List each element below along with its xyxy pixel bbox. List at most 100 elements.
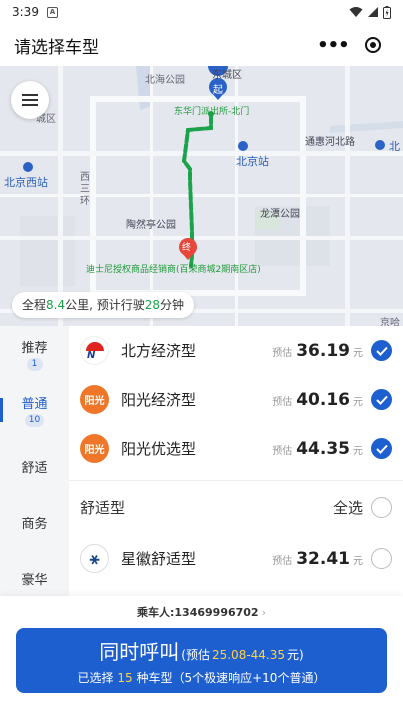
category-sidebar: 推荐 1 普通 10 舒适 商务 豪华 xyxy=(0,326,69,596)
comfort-section-header: 舒适型 全选 xyxy=(69,481,403,534)
selected-suffix: 种车型（5个极速响应+10个普通） xyxy=(136,670,326,685)
battery-icon xyxy=(383,5,391,19)
section-title: 舒适型 xyxy=(80,499,126,517)
car-name: 阳光优选型 xyxy=(121,440,197,458)
map-label-dongcheng: 东城区 xyxy=(212,70,242,81)
sidebar-item-label: 商务 xyxy=(21,516,48,532)
menu-icon-bar xyxy=(22,94,38,96)
car-row-xinghui-comfort[interactable]: ⚹ 星徽舒适型 预估 32.41 元 xyxy=(69,534,403,583)
select-all-radio[interactable] xyxy=(371,497,392,518)
price-value: 32.41 xyxy=(296,548,350,569)
sidebar-item-normal[interactable]: 普通 10 xyxy=(0,382,69,438)
sidebar-item-count: 1 xyxy=(26,358,43,371)
page-title: 请选择车型 xyxy=(14,37,99,58)
map-label-tonghui: 通惠河北路 xyxy=(305,137,355,148)
call-estimate-prefix: (预估 xyxy=(181,647,210,662)
call-estimate-range: 25.08-44.35 xyxy=(211,647,286,662)
start-place-label: 东华门派出所-北门 xyxy=(174,107,250,117)
price-value: 44.35 xyxy=(296,438,350,459)
map-label-bottom-right: 京哈 xyxy=(380,318,400,326)
call-button-label: 同时呼叫 xyxy=(99,639,180,664)
signal-icon xyxy=(368,7,378,17)
menu-icon-bar xyxy=(22,104,38,106)
passenger-selector[interactable]: 乘车人:13469996702 › xyxy=(0,596,403,628)
map-label-right-edge: 北 xyxy=(389,140,400,153)
price-unit: 元 xyxy=(353,347,363,359)
status-bar: 3:39 A xyxy=(0,0,403,24)
car-row-beifang-economy[interactable]: N 北方经济型 预估 36.19 元 xyxy=(69,326,403,375)
estimate-label: 预估 xyxy=(272,396,293,408)
selected-summary: 已选择 15 种车型（5个极速响应+10个普通） xyxy=(78,669,326,686)
notification-icon: A xyxy=(46,6,58,18)
selected-count: 15 xyxy=(117,670,133,685)
sidebar-item-label: 豪华 xyxy=(21,572,48,588)
checked-icon[interactable] xyxy=(371,340,392,361)
passenger-phone: 乘车人:13469996702 xyxy=(137,606,259,619)
car-name: 星徽舒适型 xyxy=(121,550,197,568)
map-menu-button[interactable] xyxy=(11,81,49,119)
page-header: 请选择车型 ••• xyxy=(0,24,403,66)
sidebar-item-label: 舒适 xyxy=(21,460,48,476)
map-label-beijing-west: 北京西站 xyxy=(4,176,48,189)
price-value: 36.19 xyxy=(296,340,350,361)
map-label-taoranting: 陶然亭公园 xyxy=(126,220,176,231)
yangguang-logo-icon: 阳光 xyxy=(80,434,109,463)
route-distance: 8.4 xyxy=(46,298,66,312)
end-marker-label: 终 xyxy=(182,243,192,253)
price-unit: 元 xyxy=(353,555,363,567)
sidebar-item-business[interactable]: 商务 xyxy=(0,494,69,550)
yangguang-logo-icon: 阳光 xyxy=(80,385,109,414)
chevron-right-icon: › xyxy=(261,605,266,619)
status-icons xyxy=(349,5,391,19)
checked-icon[interactable] xyxy=(371,389,392,410)
car-row-yangguang-premium[interactable]: 阳光 阳光优选型 预估 44.35 元 xyxy=(69,424,403,473)
price-estimate: 预估 32.41 元 xyxy=(272,549,363,569)
car-type-list[interactable]: N 北方经济型 预估 36.19 元 阳光 阳光经济型 预估 40.16 元 阳… xyxy=(69,326,403,596)
map-label-beihai: 北海公园 xyxy=(145,75,185,86)
sidebar-item-label: 推荐 xyxy=(21,341,48,356)
clock: 3:39 xyxy=(12,5,39,19)
route-duration: 28 xyxy=(144,298,161,312)
price-estimate: 预估 40.16 元 xyxy=(272,390,363,410)
estimate-label: 预估 xyxy=(272,555,293,567)
map-label-xisanhuan: 西三环 xyxy=(80,172,90,207)
end-place-label: 迪士尼授权商品经销商(百荣商城2期南区店) xyxy=(86,265,261,275)
route-mid: 公里, 预计行驶 xyxy=(65,298,145,312)
price-value: 40.16 xyxy=(296,389,350,410)
car-name: 北方经济型 xyxy=(121,342,197,360)
car-row-yangguang-economy[interactable]: 阳光 阳光经济型 预估 40.16 元 xyxy=(69,375,403,424)
call-estimate-suffix: 元) xyxy=(287,647,304,662)
start-marker-label: 起 xyxy=(213,85,223,96)
route-prefix: 全程 xyxy=(22,298,47,312)
close-icon[interactable] xyxy=(364,37,381,53)
section-divider xyxy=(69,473,403,481)
sidebar-item-label: 普通 xyxy=(21,397,48,412)
logo-text: N xyxy=(87,350,96,361)
select-all-label[interactable]: 全选 xyxy=(333,497,363,518)
price-estimate: 预估 44.35 元 xyxy=(272,439,363,459)
bottom-bar: 乘车人:13469996702 › 同时呼叫 (预估 25.08-44.35 元) … xyxy=(0,596,403,716)
map-label-beijing-station: 北京站 xyxy=(236,155,269,168)
sidebar-item-count: 10 xyxy=(24,414,45,427)
call-button-main-line: 同时呼叫 (预估 25.08-44.35 元) xyxy=(99,636,303,665)
car-name: 阳光经济型 xyxy=(121,391,197,409)
menu-icon-bar xyxy=(22,99,38,101)
price-unit: 元 xyxy=(353,396,363,408)
route-map[interactable]: 北海公园 东城区 起 东华门派出所-北门 城区 通惠河北路 北京站 北京西站 西… xyxy=(0,66,403,326)
estimate-label: 预估 xyxy=(272,445,293,457)
unchecked-radio[interactable] xyxy=(371,548,392,569)
price-estimate: 预估 36.19 元 xyxy=(272,341,363,361)
price-unit: 元 xyxy=(353,445,363,457)
map-label-longtan: 龙潭公园 xyxy=(260,209,300,220)
xinghui-logo-icon: ⚹ xyxy=(80,544,109,573)
route-suffix: 分钟 xyxy=(160,298,185,312)
beifang-logo-icon: N xyxy=(80,336,109,365)
route-summary: 全程8.4公里, 预计行驶28分钟 xyxy=(12,292,195,318)
wifi-icon xyxy=(349,7,363,17)
estimate-label: 预估 xyxy=(272,347,293,359)
sidebar-item-recommend[interactable]: 推荐 1 xyxy=(0,326,69,382)
sidebar-item-comfort[interactable]: 舒适 xyxy=(0,438,69,494)
more-icon[interactable]: ••• xyxy=(317,35,350,56)
checked-icon[interactable] xyxy=(371,438,392,459)
call-all-button[interactable]: 同时呼叫 (预估 25.08-44.35 元) 已选择 15 种车型（5个极速响应+… xyxy=(16,628,387,693)
